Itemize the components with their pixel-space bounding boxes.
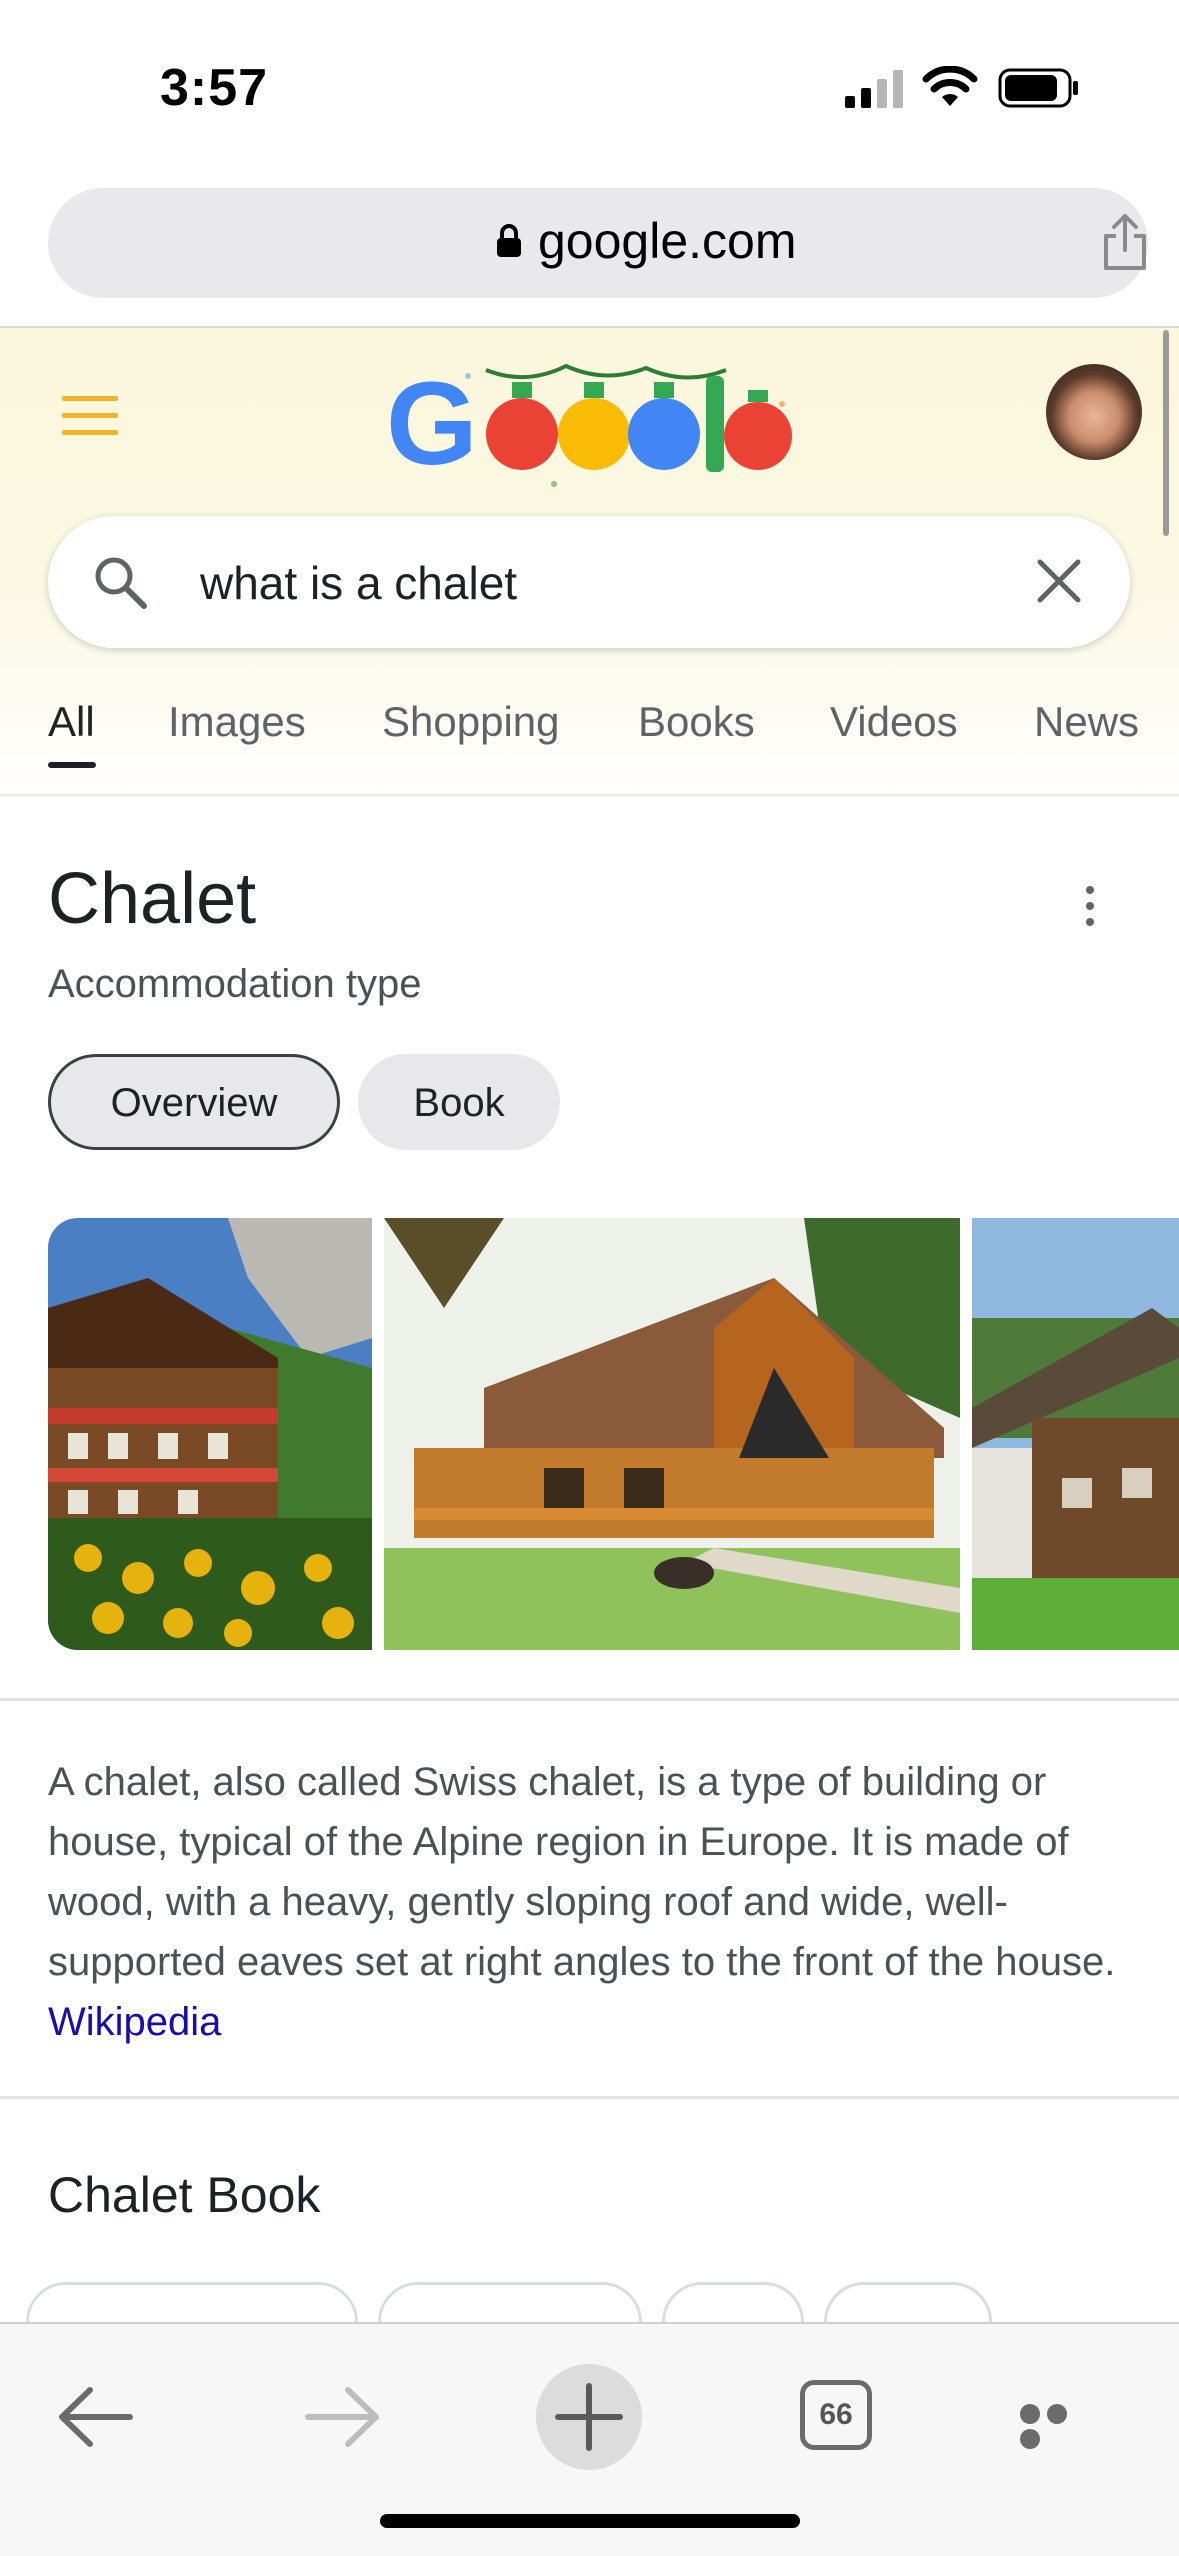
new-tab-button[interactable] (536, 2364, 642, 2470)
more-horiz-icon[interactable] (1020, 2404, 1100, 2449)
chalet-image[interactable] (972, 1218, 1179, 1650)
status-bar: 3:57 (0, 0, 1179, 170)
divider (0, 794, 1179, 798)
more-vert-icon[interactable] (1078, 886, 1102, 932)
divider (0, 1698, 1179, 1701)
log-cabin-image[interactable] (384, 1218, 960, 1650)
search-box[interactable]: what is a chalet (48, 516, 1130, 648)
cellular-signal-icon (845, 70, 903, 108)
tab-images[interactable]: Images (168, 698, 306, 746)
wikipedia-link[interactable]: Wikipedia (48, 2000, 221, 2044)
search-input[interactable]: what is a chalet (200, 556, 517, 610)
book-chip[interactable]: Book (358, 1054, 560, 1150)
panel-title: Chalet (48, 859, 257, 939)
tab-news[interactable]: News (1034, 698, 1139, 746)
wifi-icon (922, 66, 978, 106)
overview-chip[interactable]: Overview (48, 1054, 340, 1150)
battery-icon (998, 68, 1078, 108)
status-time: 3:57 (160, 59, 269, 117)
chalet-image[interactable] (48, 1218, 372, 1650)
search-icon[interactable] (92, 554, 148, 610)
active-tab-indicator (48, 762, 96, 768)
clear-icon[interactable] (1034, 556, 1084, 606)
address-bar[interactable]: google.com (48, 188, 1148, 298)
tab-all[interactable]: All (48, 698, 95, 746)
scrollbar[interactable] (1163, 330, 1169, 536)
home-indicator[interactable] (380, 2514, 800, 2528)
back-arrow-icon[interactable] (56, 2384, 136, 2450)
search-tabs: All Images Shopping Books Videos News (0, 680, 1179, 794)
panel-subtitle: Accommodation type (48, 962, 422, 1006)
svg-text:G: G (386, 358, 478, 490)
google-doodle-logo[interactable]: G (386, 356, 794, 496)
tab-videos[interactable]: Videos (830, 698, 958, 746)
lock-icon (497, 224, 521, 257)
panel-description: A chalet, also called Swiss chalet, is a… (48, 1752, 1138, 2052)
tab-shopping[interactable]: Shopping (382, 698, 560, 746)
tab-books[interactable]: Books (638, 698, 755, 746)
plus-icon (555, 2383, 623, 2451)
share-icon[interactable] (1100, 212, 1150, 272)
menu-icon[interactable] (62, 396, 118, 438)
section-title: Chalet Book (48, 2167, 321, 2223)
url-text: google.com (538, 213, 797, 269)
divider (0, 2096, 1179, 2099)
tabs-icon[interactable]: 66 (800, 2380, 872, 2450)
forward-arrow-icon[interactable] (302, 2384, 382, 2450)
account-avatar[interactable] (1046, 364, 1142, 460)
description-text: A chalet, also called Swiss chalet, is a… (48, 1760, 1116, 1984)
